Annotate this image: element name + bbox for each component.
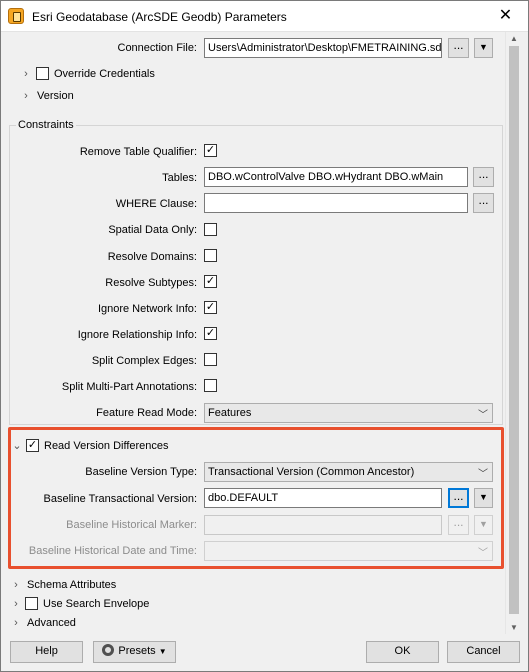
feature-read-mode-value: Features: [208, 407, 252, 419]
remove-table-qualifier-checkbox[interactable]: ✓: [204, 144, 217, 157]
baseline-transactional-menu-button[interactable]: ▼: [474, 488, 493, 508]
chevron-down-icon: ﹀: [478, 410, 488, 421]
baseline-transactional-browse-button[interactable]: ...: [448, 488, 469, 508]
resolve-domains-label: Resolve Domains:: [107, 251, 197, 263]
ignore-network-info-label: Ignore Network Info:: [97, 303, 197, 315]
help-button[interactable]: Help: [10, 641, 83, 663]
baseline-transactional-version-label: Baseline Transactional Version:: [43, 493, 197, 505]
scroll-up-icon[interactable]: ▲: [510, 34, 518, 43]
window-title: Esri Geodatabase (ArcSDE Geodb) Paramete…: [32, 10, 287, 24]
baseline-historical-marker-menu-button[interactable]: ▼: [474, 515, 493, 535]
spatial-data-only-label: Spatial Data Only:: [108, 224, 197, 236]
search-envelope-checkbox[interactable]: [25, 597, 38, 610]
connection-file-field[interactable]: Users\Administrator\Desktop\FMETRAINING.…: [204, 38, 442, 58]
baseline-historical-datetime-select[interactable]: ﹀: [204, 541, 493, 561]
parameters-dialog: Esri Geodatabase (ArcSDE Geodb) Paramete…: [0, 0, 529, 672]
tables-browse-button[interactable]: ...: [473, 167, 494, 187]
ignore-relationship-info-label: Ignore Relationship Info:: [77, 329, 197, 341]
version-section-label[interactable]: Version: [37, 90, 74, 102]
where-clause-label: WHERE Clause:: [115, 198, 197, 210]
chevron-down-icon: ﹀: [478, 469, 488, 480]
split-complex-edges-label: Split Complex Edges:: [91, 355, 197, 367]
baseline-historical-marker-browse-button[interactable]: ...: [448, 515, 469, 535]
close-icon[interactable]: ✕: [483, 1, 528, 31]
read-version-differences-label: Read Version Differences: [44, 440, 169, 452]
read-version-differences-checkbox[interactable]: ✓: [26, 439, 39, 452]
remove-table-qualifier-label: Remove Table Qualifier:: [79, 146, 197, 158]
read-version-differences-expander-icon[interactable]: ⌄: [12, 440, 22, 452]
override-credentials-label: Override Credentials: [54, 68, 155, 80]
tables-label: Tables:: [162, 172, 197, 184]
search-envelope-label: Use Search Envelope: [43, 598, 150, 610]
baseline-version-type-label: Baseline Version Type:: [85, 466, 197, 478]
version-expander-icon[interactable]: ›: [21, 90, 31, 102]
feature-read-mode-select[interactable]: Features ﹀: [204, 403, 493, 423]
schema-attributes-label[interactable]: Schema Attributes: [27, 579, 116, 591]
resolve-subtypes-checkbox[interactable]: ✓: [204, 275, 217, 288]
override-credentials-checkbox[interactable]: [36, 67, 49, 80]
where-clause-field[interactable]: [204, 193, 468, 213]
baseline-version-type-select[interactable]: Transactional Version (Common Ancestor) …: [204, 462, 493, 482]
resolve-subtypes-label: Resolve Subtypes:: [105, 277, 197, 289]
tables-field[interactable]: DBO.wControlValve DBO.wHydrant DBO.wMain: [204, 167, 468, 187]
gear-icon: [102, 644, 115, 656]
connection-file-label: Connection File:: [117, 42, 198, 54]
chevron-down-icon: ▼: [158, 647, 167, 656]
presets-button[interactable]: Presets ▼: [93, 641, 176, 663]
fme-app-icon: [8, 8, 24, 24]
resolve-domains-checkbox[interactable]: [204, 249, 217, 262]
search-envelope-expander-icon[interactable]: ›: [11, 598, 21, 610]
presets-button-label: Presets: [118, 645, 156, 657]
advanced-expander-icon[interactable]: ›: [11, 617, 21, 629]
connection-file-menu-button[interactable]: ▼: [474, 38, 493, 58]
baseline-transactional-version-field[interactable]: dbo.DEFAULT: [204, 488, 442, 508]
ignore-network-info-checkbox[interactable]: ✓: [204, 301, 217, 314]
ignore-relationship-info-checkbox[interactable]: ✓: [204, 327, 217, 340]
baseline-historical-marker-label: Baseline Historical Marker:: [66, 519, 197, 531]
connection-file-browse-button[interactable]: ...: [448, 38, 469, 58]
scrollbar-thumb[interactable]: [509, 46, 519, 614]
schema-attributes-expander-icon[interactable]: ›: [11, 579, 21, 591]
split-multipart-annotations-label: Split Multi-Part Annotations:: [61, 381, 197, 393]
advanced-label[interactable]: Advanced: [27, 617, 76, 629]
ok-button[interactable]: OK: [366, 641, 439, 663]
spatial-data-only-checkbox[interactable]: [204, 223, 217, 236]
title-bar: Esri Geodatabase (ArcSDE Geodb) Paramete…: [1, 1, 528, 32]
where-clause-browse-button[interactable]: ...: [473, 193, 494, 213]
split-complex-edges-checkbox[interactable]: [204, 353, 217, 366]
parameters-scroll-area: Connection File: Users\Administrator\Des…: [7, 32, 505, 634]
feature-read-mode-label: Feature Read Mode:: [96, 407, 197, 419]
scroll-down-icon[interactable]: ▼: [510, 623, 518, 632]
baseline-historical-marker-field[interactable]: [204, 515, 442, 535]
override-credentials-expander-icon[interactable]: ›: [21, 68, 31, 80]
split-multipart-annotations-checkbox[interactable]: [204, 379, 217, 392]
constraints-title: Constraints: [16, 119, 76, 131]
vertical-scrollbar[interactable]: ▲ ▼: [505, 32, 522, 634]
chevron-down-icon: ﹀: [478, 548, 488, 559]
baseline-version-type-value: Transactional Version (Common Ancestor): [208, 466, 415, 478]
baseline-historical-datetime-label: Baseline Historical Date and Time:: [28, 545, 197, 557]
cancel-button[interactable]: Cancel: [447, 641, 520, 663]
